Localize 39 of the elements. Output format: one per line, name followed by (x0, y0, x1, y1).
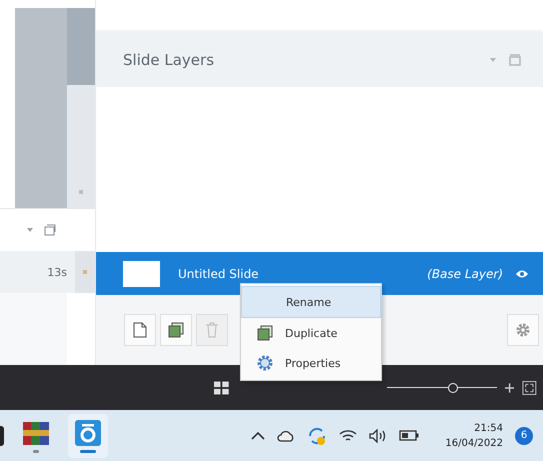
taskbar-app[interactable] (68, 414, 108, 458)
scrollbar[interactable] (67, 8, 95, 208)
notification-badge[interactable]: 6 (515, 426, 533, 444)
zoom-in-icon[interactable] (505, 382, 514, 392)
scrollbar-thumb[interactable] (67, 8, 95, 85)
duplicate-icon (168, 322, 184, 338)
layer-row[interactable]: Untitled Slide (Base Layer) (96, 252, 543, 295)
clock[interactable]: 21:54 16/04/2022 (445, 420, 503, 450)
slide-thumbnail (123, 260, 160, 286)
grid-view-icon[interactable] (214, 380, 229, 394)
zoom-slider[interactable] (386, 382, 498, 394)
clock-time: 21:54 (474, 422, 503, 436)
speaker-icon[interactable] (369, 428, 388, 442)
chevron-up-icon[interactable] (251, 431, 266, 440)
settings-button[interactable] (507, 314, 539, 346)
duplicate-layer-button[interactable] (160, 314, 192, 346)
fit-to-window-icon[interactable] (522, 380, 538, 396)
menu-item[interactable]: Duplicate (241, 318, 381, 348)
gear-icon (256, 354, 274, 372)
menu-item[interactable]: Rename (241, 286, 381, 318)
trash-icon (205, 322, 219, 338)
cloud-icon[interactable] (277, 430, 296, 442)
layer-name: Untitled Slide (178, 266, 260, 280)
restore-window-icon[interactable] (44, 224, 56, 236)
sync-icon[interactable] (307, 426, 328, 446)
panel-title: Slide Layers (123, 50, 216, 68)
document-icon (133, 322, 147, 338)
layer-tag: (Base Layer) (427, 266, 503, 280)
eye-icon[interactable] (515, 268, 529, 278)
new-layer-button[interactable] (124, 314, 156, 346)
app-tile-icon (74, 418, 102, 446)
wifi-icon[interactable] (339, 428, 358, 442)
duration-text: 13s (46, 266, 68, 278)
gear-icon (515, 322, 531, 338)
battery-icon[interactable] (399, 430, 420, 441)
menu-item[interactable]: Properties (241, 348, 381, 378)
dropdown-icon[interactable] (26, 227, 34, 233)
duplicate-icon (257, 325, 273, 341)
clock-date: 16/04/2022 (445, 436, 503, 450)
